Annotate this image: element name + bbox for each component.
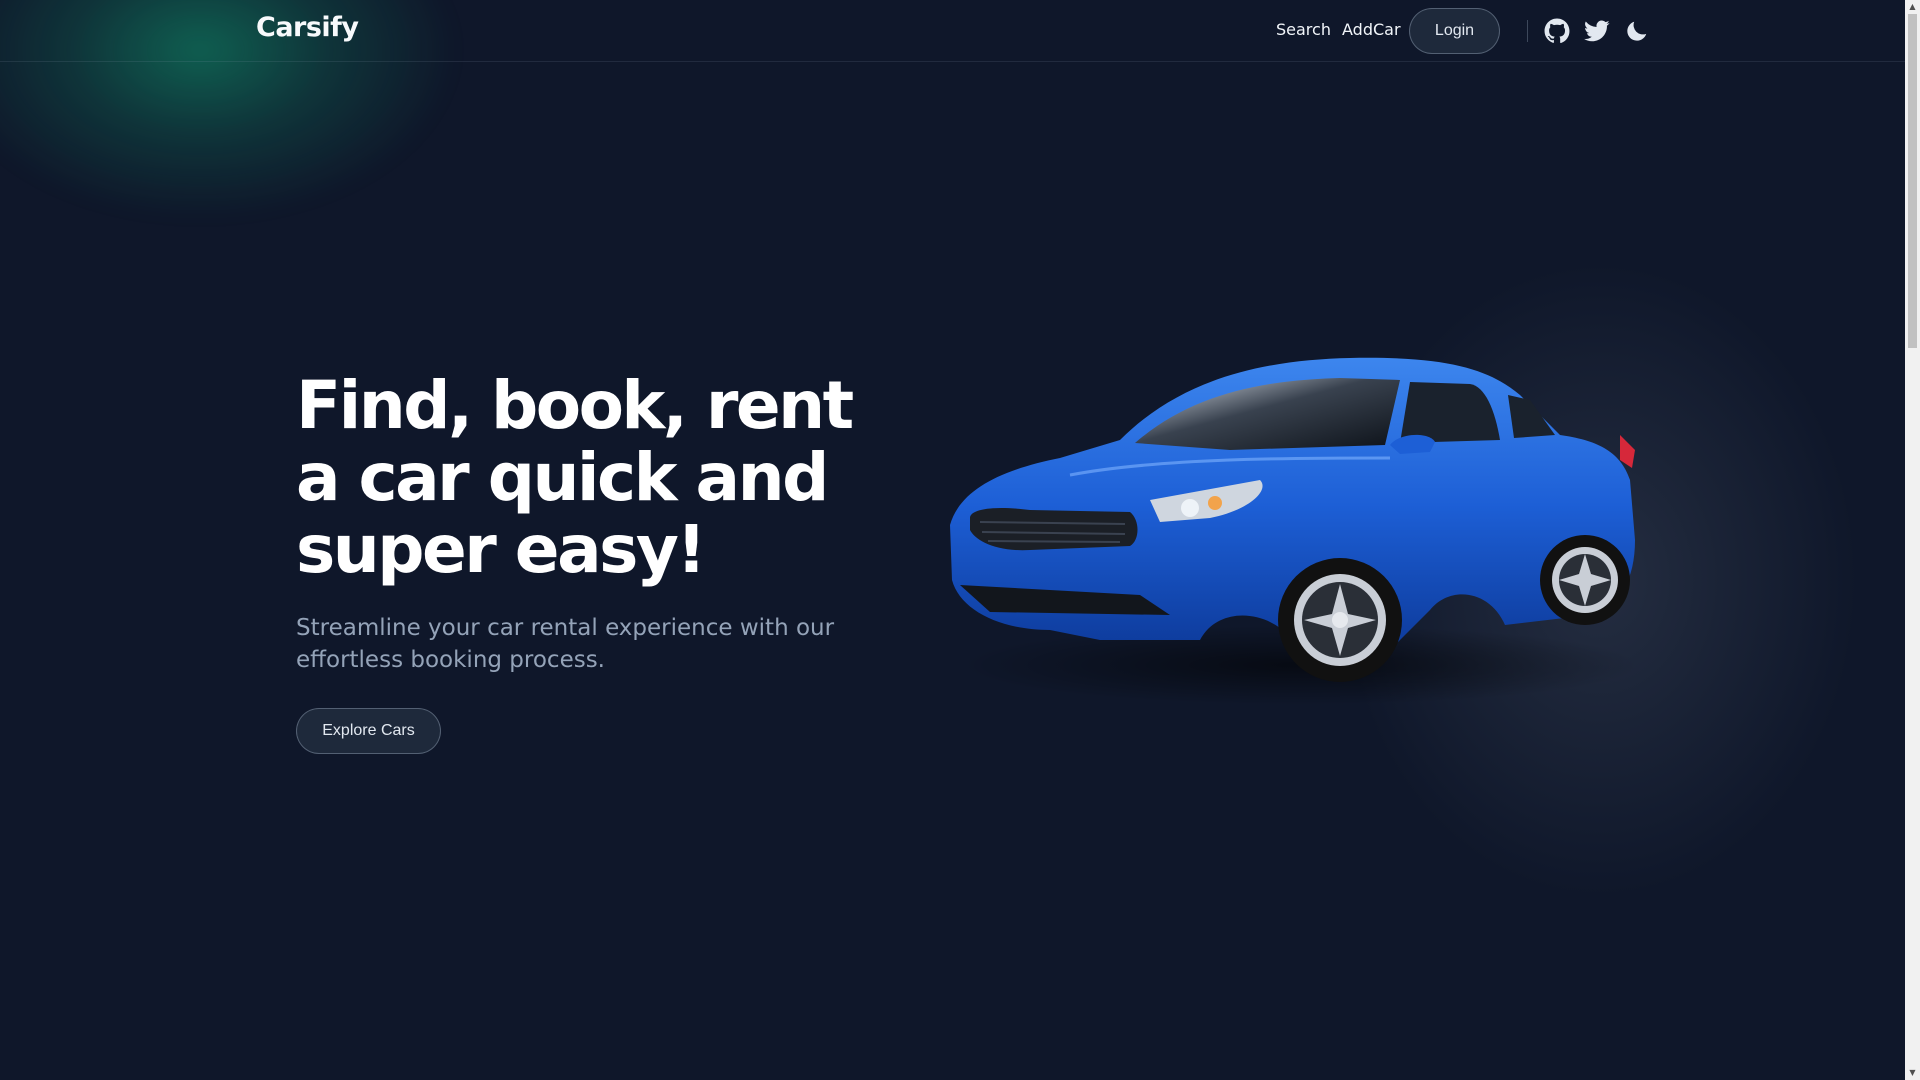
- nav-addcar-link[interactable]: AddCar: [1342, 20, 1401, 39]
- explore-cars-button[interactable]: Explore Cars: [296, 708, 441, 754]
- hero-subtitle: Streamline your car rental experience wi…: [296, 615, 835, 673]
- vertical-scrollbar[interactable]: ▲ ▼: [1905, 0, 1920, 1080]
- scroll-up-arrow-icon[interactable]: ▲: [1905, 0, 1920, 14]
- twitter-icon[interactable]: [1584, 18, 1610, 44]
- scroll-down-arrow-icon[interactable]: ▼: [1905, 1066, 1920, 1080]
- scroll-thumb[interactable]: [1908, 14, 1917, 348]
- car-image: [950, 357, 1640, 705]
- github-icon[interactable]: [1544, 18, 1570, 44]
- login-button[interactable]: Login: [1409, 8, 1500, 54]
- moon-icon[interactable]: [1624, 18, 1650, 44]
- site-header: Carsify Search AddCar Login: [0, 0, 1905, 62]
- header-divider: [1527, 20, 1528, 42]
- logo[interactable]: Carsify: [256, 12, 359, 43]
- hero-title: Find, book, rent a car quick and super e…: [296, 367, 854, 588]
- nav-search-link[interactable]: Search: [1276, 20, 1331, 39]
